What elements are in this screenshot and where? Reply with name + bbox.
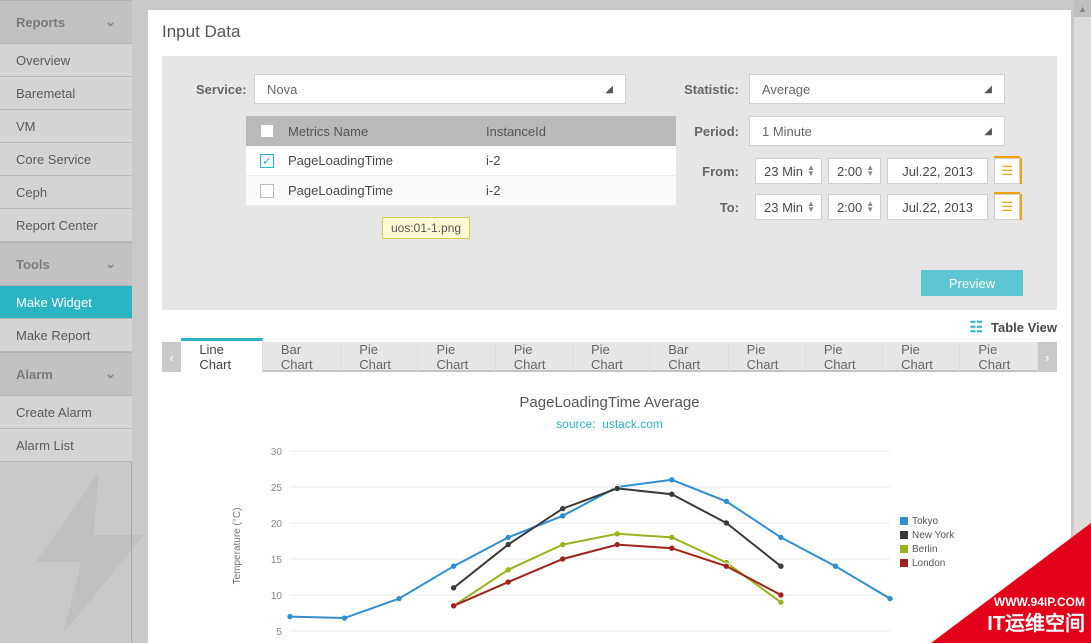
from-hour-stepper[interactable]: 2:00 ▲▼: [828, 158, 881, 184]
svg-text:30: 30: [270, 447, 282, 458]
table-row[interactable]: ✓ PageLoadingTime i-2: [246, 146, 676, 176]
watermark-text: WWW.94IP.COM IT运维空间: [987, 595, 1085, 637]
nav-group-label: Tools: [16, 257, 50, 272]
nav-item-create-alarm[interactable]: Create Alarm: [0, 396, 132, 429]
nav-item-make-report[interactable]: Make Report: [0, 319, 132, 352]
nav-item-ceph[interactable]: Ceph: [0, 176, 132, 209]
nav-group-alarm[interactable]: Alarm ⌄: [0, 352, 132, 396]
table-row[interactable]: PageLoadingTime i-2: [246, 176, 676, 206]
tab-bar-chart[interactable]: Bar Chart: [263, 342, 341, 372]
period-value: 1 Minute: [762, 124, 812, 139]
to-hour-stepper[interactable]: 2:00 ▲▼: [828, 194, 881, 220]
table-view-link[interactable]: ☷ Table View: [148, 310, 1071, 342]
to-calendar-button[interactable]: ☰: [994, 194, 1020, 220]
tab-bar-chart[interactable]: Bar Chart: [650, 342, 728, 372]
tabs-next-button[interactable]: ›: [1038, 342, 1057, 372]
dropdown-triangle-icon: ◢: [605, 84, 613, 95]
nav-item-baremetal[interactable]: Baremetal: [0, 77, 132, 110]
statistic-value: Average: [762, 82, 810, 97]
service-dropdown[interactable]: Nova ◢: [254, 74, 626, 104]
col-metrics-name: Metrics Name: [288, 124, 486, 139]
chart-title: PageLoadingTime Average: [182, 394, 1037, 411]
from-calendar-button[interactable]: ☰: [994, 158, 1020, 184]
row-checkbox[interactable]: ✓: [260, 154, 274, 168]
tab-pie-chart[interactable]: Pie Chart: [418, 342, 495, 372]
chevron-down-icon: ⌄: [105, 256, 116, 272]
tab-pie-chart[interactable]: Pie Chart: [496, 342, 573, 372]
metrics-table: Metrics Name InstanceId ✓ PageLoadingTim…: [246, 116, 676, 206]
svg-text:Temperature (°C): Temperature (°C): [232, 508, 243, 585]
nav-group-label: Alarm: [16, 367, 53, 382]
tab-pie-chart[interactable]: Pie Chart: [729, 342, 806, 372]
from-date[interactable]: Jul.22, 2013: [887, 158, 988, 184]
calendar-icon: ☰: [1001, 199, 1013, 215]
nav-group-tools[interactable]: Tools ⌄: [0, 242, 132, 286]
svg-text:10: 10: [270, 591, 282, 602]
chart-tab-strip: ‹ Line Chart Bar Chart Pie Chart Pie Cha…: [162, 342, 1057, 372]
instance-id: i-2: [486, 153, 676, 168]
svg-text:20: 20: [270, 519, 282, 530]
svg-text:5: 5: [276, 627, 282, 638]
dropdown-triangle-icon: ◢: [984, 126, 992, 137]
metric-name: PageLoadingTime: [288, 183, 486, 198]
chevron-down-icon: ⌄: [105, 14, 116, 30]
service-label: Service:: [196, 82, 254, 97]
tab-pie-chart[interactable]: Pie Chart: [341, 342, 418, 372]
tabs-prev-button[interactable]: ‹: [162, 342, 181, 372]
to-date[interactable]: Jul.22, 2013: [887, 194, 988, 220]
scroll-up-button[interactable]: ▲: [1074, 0, 1091, 17]
tab-pie-chart[interactable]: Pie Chart: [883, 342, 960, 372]
file-tooltip: uos:01-1.png: [382, 217, 470, 239]
col-instance-id: InstanceId: [486, 124, 676, 139]
left-sidebar: Reports ⌄ Overview Baremetal VM Core Ser…: [0, 0, 132, 643]
chart-area: PageLoadingTime Average source: ustack.c…: [162, 372, 1057, 643]
tab-line-chart[interactable]: Line Chart: [181, 338, 263, 372]
statistic-label: Statistic:: [683, 82, 749, 97]
select-all-checkbox[interactable]: [260, 124, 274, 138]
period-dropdown[interactable]: 1 Minute ◢: [749, 116, 1005, 146]
tab-pie-chart[interactable]: Pie Chart: [960, 342, 1037, 372]
chart-source[interactable]: source: ustack.com: [182, 417, 1037, 431]
to-label: To:: [683, 200, 749, 215]
preview-button[interactable]: Preview: [921, 270, 1023, 296]
chevron-down-icon: ⌄: [105, 366, 116, 382]
line-chart: 51015202530Temperature (°C)TokyoNew York…: [220, 441, 1000, 643]
tab-pie-chart[interactable]: Pie Chart: [806, 342, 883, 372]
statistic-dropdown[interactable]: Average ◢: [749, 74, 1005, 104]
calendar-icon: ☰: [1001, 163, 1013, 179]
from-label: From:: [683, 164, 749, 179]
input-data-panel: Service: Nova ◢ Metrics Name InstanceId …: [162, 56, 1057, 310]
nav-group-label: Reports: [16, 15, 65, 30]
instance-id: i-2: [486, 183, 676, 198]
list-icon: ☷: [970, 318, 983, 336]
service-value: Nova: [267, 82, 297, 97]
from-minute-stepper[interactable]: 23 Min ▲▼: [755, 158, 822, 184]
nav-item-make-widget[interactable]: Make Widget: [0, 286, 132, 319]
nav-item-report-center[interactable]: Report Center: [0, 209, 132, 242]
period-label: Period:: [683, 124, 749, 139]
page-title: Input Data: [148, 10, 1071, 56]
to-minute-stepper[interactable]: 23 Min ▲▼: [755, 194, 822, 220]
dropdown-triangle-icon: ◢: [984, 84, 992, 95]
metrics-table-header: Metrics Name InstanceId: [246, 116, 676, 146]
svg-text:15: 15: [270, 555, 282, 566]
nav-item-vm[interactable]: VM: [0, 110, 132, 143]
nav-item-alarm-list[interactable]: Alarm List: [0, 429, 132, 462]
nav-item-overview[interactable]: Overview: [0, 44, 132, 77]
svg-text:25: 25: [270, 483, 282, 494]
nav-group-reports[interactable]: Reports ⌄: [0, 0, 132, 44]
nav-item-core-service[interactable]: Core Service: [0, 143, 132, 176]
tab-pie-chart[interactable]: Pie Chart: [573, 342, 650, 372]
row-checkbox[interactable]: [260, 184, 274, 198]
metric-name: PageLoadingTime: [288, 153, 486, 168]
